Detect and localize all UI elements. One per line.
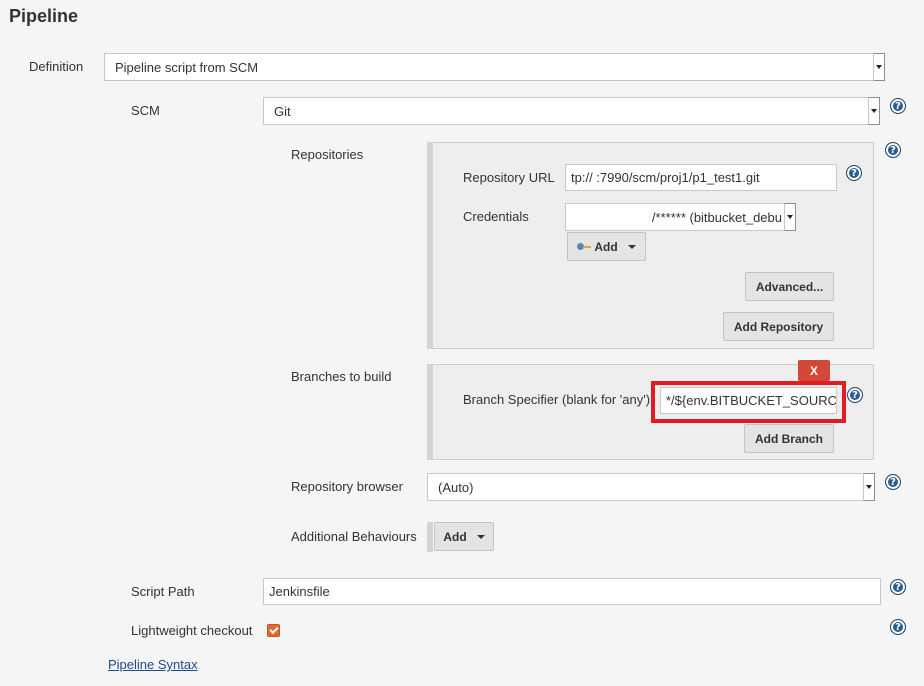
repository-browser-label: Repository browser (291, 479, 403, 494)
add-branch-button[interactable]: Add Branch (744, 424, 834, 453)
help-icon[interactable]: ? (890, 619, 906, 635)
help-icon[interactable]: ? (885, 142, 901, 158)
definition-select-value: Pipeline script from SCM (115, 59, 259, 75)
script-path-label: Script Path (131, 584, 195, 599)
credentials-select-value: /****** (bitbucket_debu (651, 209, 782, 225)
add-credentials-button[interactable]: Add (567, 232, 646, 261)
pipeline-syntax-link[interactable]: Pipeline Syntax (108, 657, 198, 672)
chevron-down-icon (873, 53, 885, 81)
branch-specifier-input[interactable]: */${env.BITBUCKET_SOURCE (660, 387, 837, 414)
lightweight-checkout-checkbox[interactable] (267, 624, 280, 637)
scm-select-value: Git (274, 103, 291, 119)
section-title: Pipeline (9, 6, 79, 26)
chevron-down-icon (868, 97, 880, 125)
add-repository-button[interactable]: Add Repository (723, 312, 834, 341)
delete-branch-button[interactable]: X (798, 360, 830, 381)
chevron-down-icon (784, 203, 796, 231)
help-icon[interactable]: ? (847, 387, 863, 403)
add-behaviour-button[interactable]: Add (434, 522, 494, 551)
help-icon[interactable]: ? (890, 98, 906, 114)
lightweight-checkout-label: Lightweight checkout (131, 623, 253, 638)
branches-label: Branches to build (291, 369, 392, 384)
definition-label: Definition (29, 59, 84, 74)
caret-down-icon (476, 534, 485, 539)
repository-url-input[interactable]: tp:// :7990/scm/proj1/p1_test1.git (565, 164, 837, 191)
help-icon[interactable]: ? (885, 474, 901, 490)
repository-browser-value: (Auto) (438, 479, 474, 495)
credentials-label: Credentials (463, 209, 529, 224)
chevron-down-icon (863, 473, 875, 501)
script-path-input[interactable]: Jenkinsfile (263, 578, 881, 605)
definition-select[interactable]: Pipeline script from SCM (104, 53, 885, 81)
help-icon[interactable]: ? (846, 165, 862, 181)
credentials-select[interactable]: /****** (bitbucket_debu (565, 203, 796, 231)
key-icon (577, 242, 592, 251)
scm-select[interactable]: Git (263, 97, 880, 125)
behaviours-panel-edge (427, 522, 433, 552)
repository-browser-select[interactable]: (Auto) (427, 473, 875, 501)
repositories-label: Repositories (291, 147, 364, 162)
caret-down-icon (627, 244, 636, 249)
additional-behaviours-label: Additional Behaviours (291, 529, 417, 544)
repository-url-label: Repository URL (463, 170, 555, 185)
help-icon[interactable]: ? (890, 579, 906, 595)
advanced-button[interactable]: Advanced... (745, 272, 834, 301)
branch-specifier-label: Branch Specifier (blank for 'any') (463, 392, 651, 407)
scm-label: SCM (131, 103, 160, 118)
